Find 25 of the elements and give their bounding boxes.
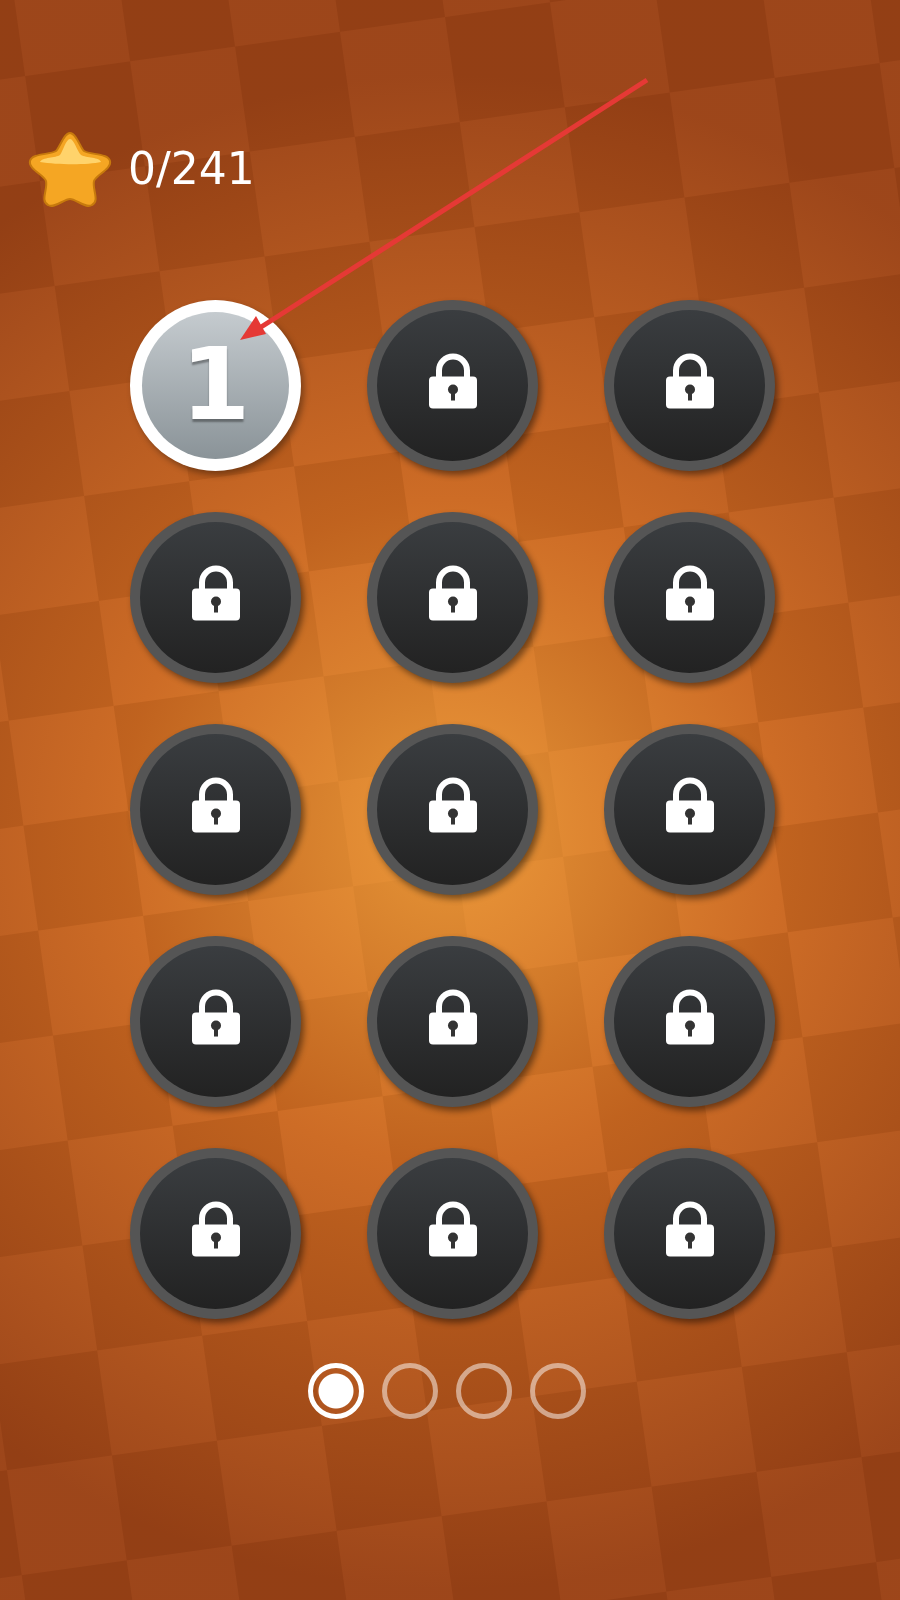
level-button[interactable]: 1: [130, 299, 301, 471]
padlock-icon: [189, 1200, 242, 1259]
padlock-icon: [663, 1200, 716, 1259]
padlock-icon: [663, 352, 716, 411]
locked-level-button[interactable]: [604, 723, 775, 895]
locked-level-button[interactable]: [604, 511, 775, 683]
star-count: 0/241: [128, 141, 255, 196]
page-indicator-dot[interactable]: [530, 1363, 586, 1419]
page-indicator-dot[interactable]: [308, 1363, 364, 1419]
padlock-icon: [189, 988, 242, 1047]
locked-level-button[interactable]: [367, 935, 538, 1107]
padlock-icon: [426, 776, 479, 835]
locked-level-button[interactable]: [604, 1147, 775, 1319]
page-indicator-dot[interactable]: [382, 1363, 438, 1419]
padlock-icon: [189, 564, 242, 623]
padlock-icon: [663, 776, 716, 835]
padlock-icon: [663, 564, 716, 623]
padlock-icon: [663, 988, 716, 1047]
padlock-icon: [426, 1200, 479, 1259]
padlock-icon: [189, 776, 242, 835]
padlock-icon: [426, 352, 479, 411]
locked-level-button[interactable]: [604, 935, 775, 1107]
padlock-icon: [426, 564, 479, 623]
page-indicator-dot[interactable]: [456, 1363, 512, 1419]
padlock-icon: [426, 988, 479, 1047]
